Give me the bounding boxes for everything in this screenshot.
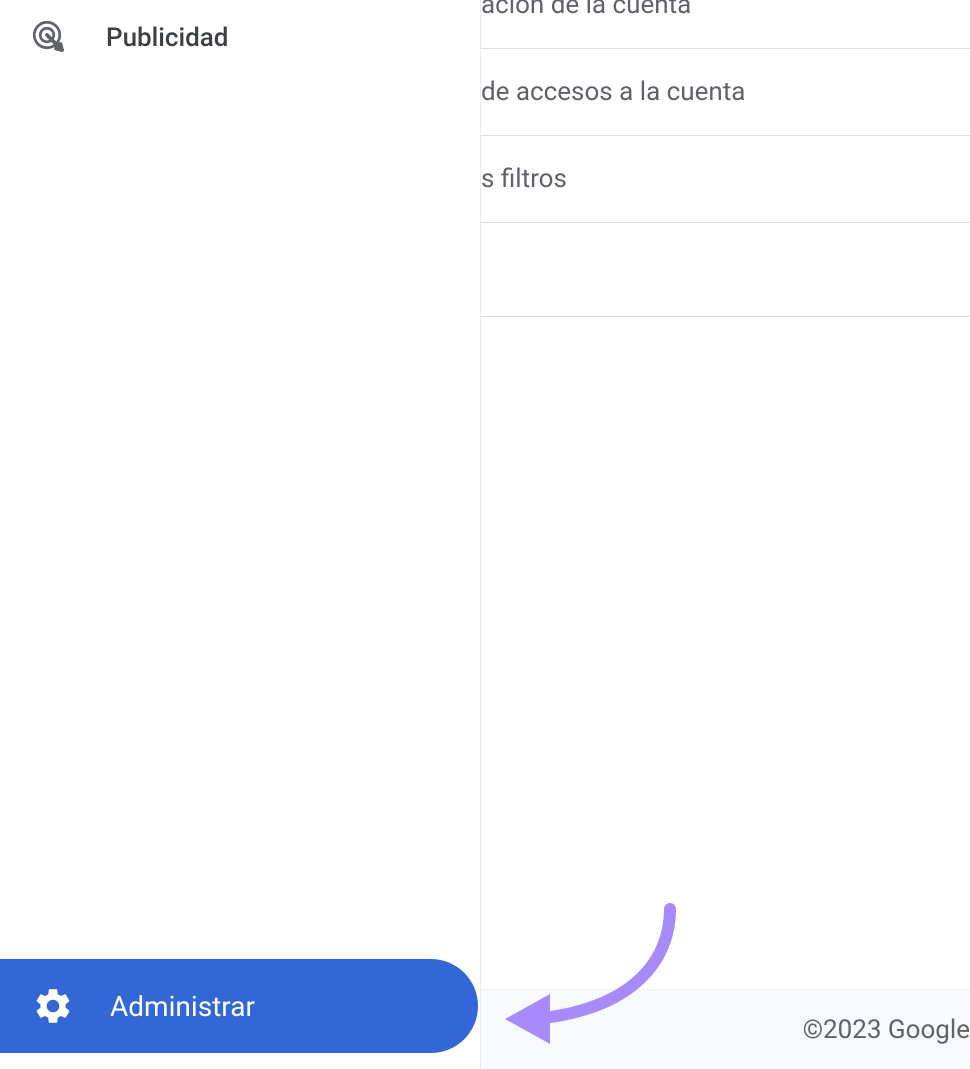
content-row[interactable]: s filtros [481,136,970,223]
admin-button[interactable]: Administrar [0,959,478,1053]
sidebar: Publicidad Administrar [0,0,480,1069]
sidebar-item-label: Publicidad [106,23,228,53]
gear-icon [32,985,74,1027]
footer: ©2023 Google [481,989,970,1069]
sidebar-item-publicidad[interactable]: Publicidad [0,0,480,76]
content-row[interactable]: de accesos a la cuenta [481,49,970,136]
content-panel: ación de la cuenta de accesos a la cuent… [480,0,970,1069]
admin-button-label: Administrar [110,990,255,1023]
content-row[interactable] [481,223,970,317]
content-row[interactable]: ación de la cuenta [481,0,970,49]
target-click-icon [32,20,68,56]
copyright-text: ©2023 Google [803,1015,970,1045]
